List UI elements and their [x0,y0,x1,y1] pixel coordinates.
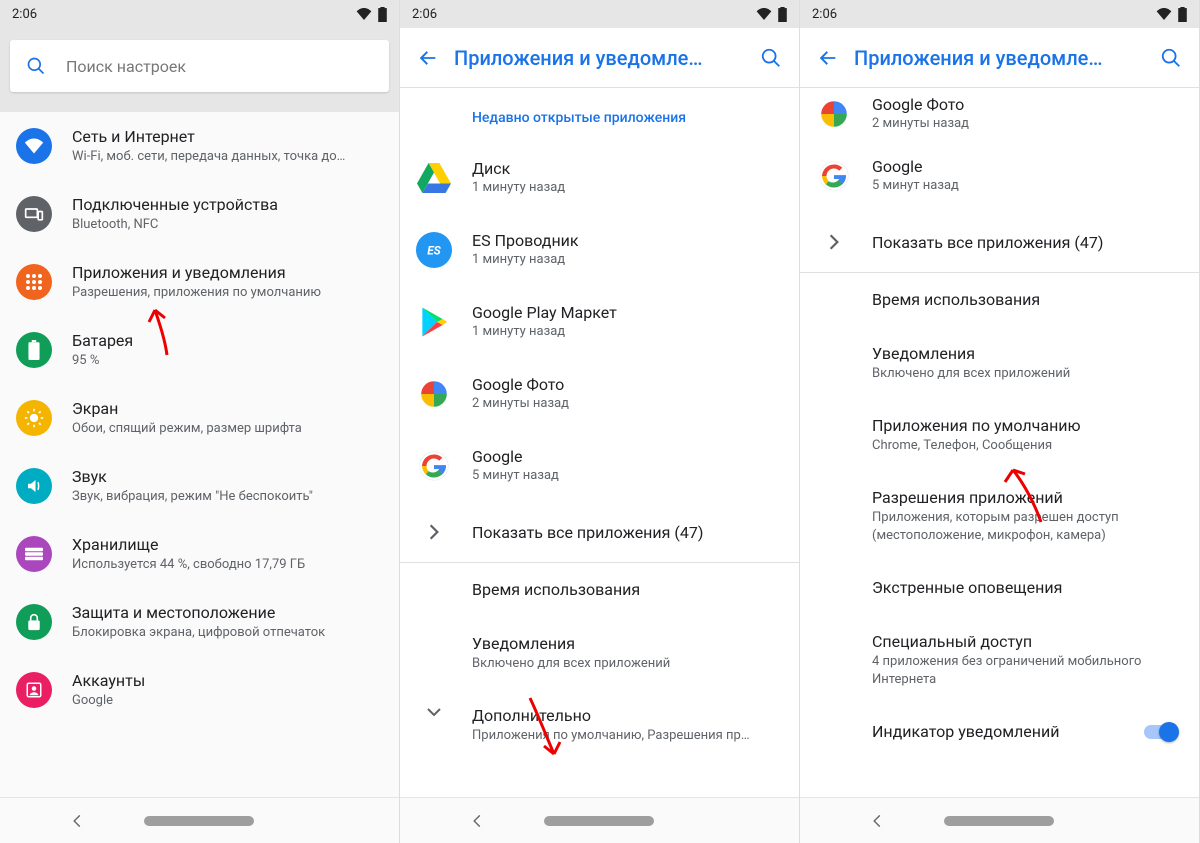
nav-back-icon[interactable] [470,814,484,828]
recent-apps-header: Недавно открытые приложения [400,88,799,142]
nav-bar [800,797,1199,843]
pref-screen-time[interactable]: Время использования [800,273,1199,327]
sound-icon [16,468,52,504]
pref-notifications[interactable]: Уведомления Включено для всех приложений [400,617,799,689]
apps-scroll[interactable]: Google Фото 2 минуты назад Google 5 мину… [800,88,1199,797]
setting-sub: Wi-Fi, моб. сети, передача данных, точка… [72,148,383,166]
app-row-google-photos[interactable]: Google Фото 2 минуты назад [400,358,799,430]
search-area: Поиск настроек [0,28,399,112]
settings-list[interactable]: Сеть и Интернет Wi-Fi, моб. сети, переда… [0,112,399,797]
brightness-icon [16,400,52,436]
google-icon [416,448,452,484]
battery-icon [378,7,387,22]
status-time: 2:06 [412,7,437,22]
pref-screen-time[interactable]: Время использования [400,563,799,617]
status-time: 2:06 [12,7,37,22]
app-row-play-market[interactable]: Google Play Маркет 1 минуту назад [400,286,799,358]
phone-3-apps-expanded: 2:06 Приложения и уведомле… Google Фото … [800,0,1200,843]
drive-icon [416,160,452,196]
nav-back-icon[interactable] [870,814,884,828]
lock-icon [16,604,52,640]
search-button[interactable] [1149,36,1193,80]
search-placeholder: Поиск настроек [66,57,186,76]
setting-network[interactable]: Сеть и Интернет Wi-Fi, моб. сети, переда… [0,112,399,180]
google-icon [816,158,852,194]
phone-2-apps: 2:06 Приложения и уведомле… Недавно откр… [400,0,800,843]
status-bar: 2:06 [400,0,799,28]
status-bar: 2:06 [800,0,1199,28]
back-button[interactable] [406,36,450,80]
toggle-on[interactable] [1143,722,1179,742]
google-photos-icon [416,376,452,412]
app-row-google[interactable]: Google 5 минут назад [400,430,799,502]
app-row-google-photos[interactable]: Google Фото 2 минуты назад [800,88,1199,140]
back-button[interactable] [806,36,850,80]
nav-home-pill[interactable] [144,816,254,826]
nav-back-icon[interactable] [70,814,84,828]
chevron-right-icon [416,523,452,541]
svg-text:ES: ES [427,244,441,258]
wifi-icon [356,8,372,20]
appbar-title: Приложения и уведомле… [450,46,749,70]
pref-special-access[interactable]: Специальный доступ 4 приложения без огра… [800,615,1199,705]
appbar-title: Приложения и уведомле… [850,46,1149,70]
setting-security-location[interactable]: Защита и местоположение Блокировка экран… [0,588,399,656]
play-store-icon [416,304,452,340]
status-icons [756,7,787,22]
app-bar: Приложения и уведомле… [400,28,799,88]
nav-home-pill[interactable] [544,816,654,826]
search-button[interactable] [749,36,793,80]
status-icons [356,7,387,22]
show-all-apps[interactable]: Показать все приложения (47) [400,502,799,562]
setting-display[interactable]: Экран Обои, спящий режим, размер шрифта [0,384,399,452]
setting-apps-notifications[interactable]: Приложения и уведомления Разрешения, при… [0,248,399,316]
pref-emergency-alerts[interactable]: Экстренные оповещения [800,561,1199,615]
app-row-es-explorer[interactable]: ES ES Проводник 1 минуту назад [400,214,799,286]
setting-title: Сеть и Интернет [72,126,383,148]
devices-icon [16,196,52,232]
battery-icon [1178,7,1187,22]
app-row-google[interactable]: Google 5 минут назад [800,140,1199,212]
pref-default-apps[interactable]: Приложения по умолчанию Chrome, Телефон,… [800,399,1199,471]
app-row-drive[interactable]: Диск 1 минуту назад [400,142,799,214]
setting-accounts[interactable]: Аккаунты Google [0,656,399,724]
status-time: 2:06 [812,7,837,22]
pref-app-permissions[interactable]: Разрешения приложений Приложения, которы… [800,471,1199,561]
setting-sound[interactable]: Звук Звук, вибрация, режим "Не беспокоит… [0,452,399,520]
storage-icon [16,536,52,572]
chevron-right-icon [816,233,852,251]
setting-battery[interactable]: Батарея 95 % [0,316,399,384]
phone-1-settings: 2:06 Поиск настроек Сеть и Интернет [0,0,400,843]
setting-storage[interactable]: Хранилище Используется 44 %, свободно 17… [0,520,399,588]
wifi-icon [1156,8,1172,20]
wifi-icon [16,128,52,164]
nav-home-pill[interactable] [944,816,1054,826]
pref-notifications[interactable]: Уведомления Включено для всех приложений [800,327,1199,399]
status-bar: 2:06 [0,0,399,28]
search-settings[interactable]: Поиск настроек [10,40,389,92]
pref-notification-indicator[interactable]: Индикатор уведомлений [800,705,1199,759]
apps-scroll[interactable]: Недавно открытые приложения Диск 1 минут… [400,88,799,797]
battery-icon [16,332,52,368]
search-icon [26,56,46,76]
status-icons [1156,7,1187,22]
es-explorer-icon: ES [416,232,452,268]
setting-connected-devices[interactable]: Подключенные устройства Bluetooth, NFC [0,180,399,248]
app-bar: Приложения и уведомле… [800,28,1199,88]
apps-icon [16,264,52,300]
show-all-apps[interactable]: Показать все приложения (47) [800,212,1199,272]
nav-bar [0,797,399,843]
chevron-down-icon [416,707,452,717]
nav-bar [400,797,799,843]
battery-icon [778,7,787,22]
wifi-icon [756,8,772,20]
account-icon [16,672,52,708]
pref-more[interactable]: Дополнительно Приложения по умолчанию, Р… [400,689,799,761]
google-photos-icon [816,96,852,132]
